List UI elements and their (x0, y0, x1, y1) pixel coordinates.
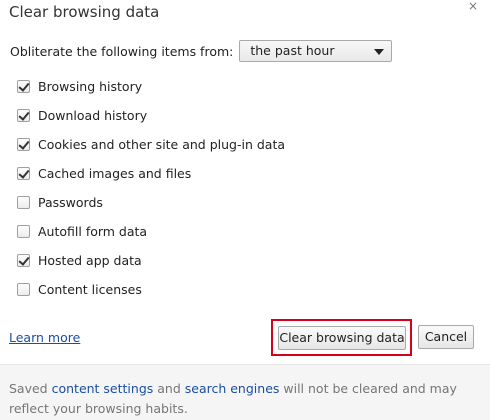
footer-prefix: Saved (9, 381, 52, 396)
data-type-checklist: Browsing history Download history Cookie… (17, 72, 285, 304)
footer-note: Saved content settings and search engine… (0, 364, 490, 420)
close-icon[interactable]: × (466, 0, 480, 14)
footer-text: Saved content settings and search engine… (9, 379, 479, 419)
time-range-row: Obliterate the following items from: the… (10, 39, 393, 63)
cached-images-checkbox[interactable] (17, 167, 30, 180)
checkbox-label: Cookies and other site and plug-in data (38, 137, 286, 152)
cookies-checkbox[interactable] (17, 138, 30, 151)
cancel-button[interactable]: Cancel (418, 325, 474, 349)
search-engines-link[interactable]: search engines (185, 381, 280, 396)
time-range-label: Obliterate the following items from: (10, 43, 234, 59)
time-range-select[interactable]: the past hour (239, 40, 393, 62)
checkbox-label: Cached images and files (38, 166, 192, 181)
dropdown-arrow-icon (374, 49, 385, 55)
footer-middle: and (153, 381, 185, 396)
checkbox-row-autofill[interactable]: Autofill form data (17, 217, 285, 246)
download-history-checkbox[interactable] (17, 109, 30, 122)
checkbox-row-download-history[interactable]: Download history (17, 101, 285, 130)
checkbox-label: Download history (38, 108, 148, 123)
content-licenses-checkbox[interactable] (17, 283, 30, 296)
checkbox-label: Content licenses (38, 282, 142, 297)
checkbox-row-cached-images[interactable]: Cached images and files (17, 159, 285, 188)
checkbox-label: Browsing history (38, 79, 143, 94)
time-range-selected-value: the past hour (250, 43, 335, 58)
clear-browsing-data-dialog: Clear browsing data × Obliterate the fol… (0, 0, 490, 420)
checkbox-label: Autofill form data (38, 224, 148, 239)
checkbox-label: Passwords (38, 195, 103, 210)
browsing-history-checkbox[interactable] (17, 80, 30, 93)
learn-more-link[interactable]: Learn more (9, 330, 80, 345)
checkbox-row-cookies[interactable]: Cookies and other site and plug-in data (17, 130, 285, 159)
checkbox-label: Hosted app data (38, 253, 142, 268)
dialog-title: Clear browsing data (9, 3, 160, 21)
hosted-app-data-checkbox[interactable] (17, 254, 30, 267)
content-settings-link[interactable]: content settings (52, 381, 154, 396)
checkbox-row-hosted-app-data[interactable]: Hosted app data (17, 246, 285, 275)
passwords-checkbox[interactable] (17, 196, 30, 209)
checkbox-row-passwords[interactable]: Passwords (17, 188, 285, 217)
clear-browsing-data-button[interactable]: Clear browsing data (278, 326, 406, 350)
checkbox-row-content-licenses[interactable]: Content licenses (17, 275, 285, 304)
checkbox-row-browsing-history[interactable]: Browsing history (17, 72, 285, 101)
autofill-checkbox[interactable] (17, 225, 30, 238)
